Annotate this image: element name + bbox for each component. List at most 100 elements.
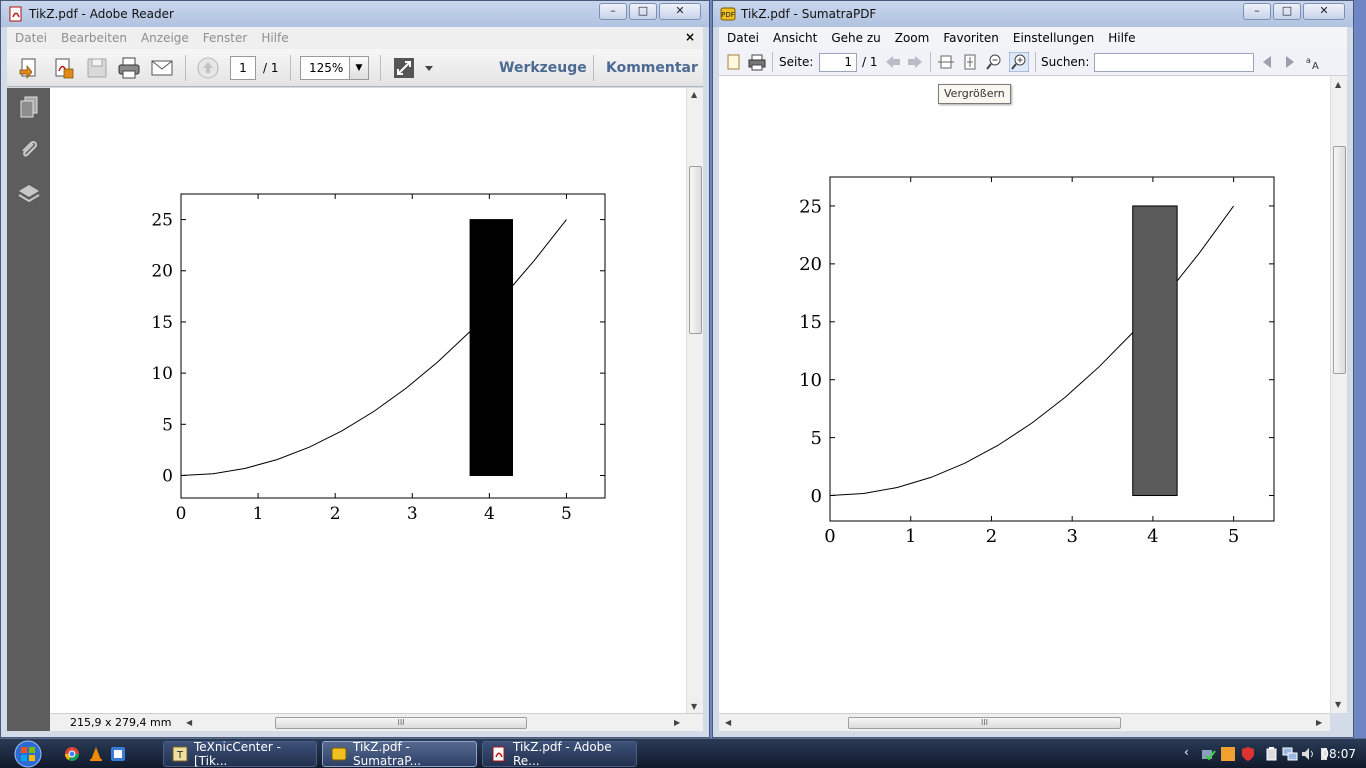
tray-app-icon[interactable] xyxy=(1220,746,1236,762)
scroll-thumb[interactable] xyxy=(689,166,702,334)
sumatra-maximize-button[interactable]: □ xyxy=(1273,3,1301,20)
scroll-down-arrow[interactable]: ▼ xyxy=(1335,700,1341,709)
reader-menu-fenster[interactable]: Fenster xyxy=(203,31,248,45)
scroll-up-arrow[interactable]: ▲ xyxy=(691,90,697,99)
scroll-left-arrow[interactable]: ◀ xyxy=(186,718,192,727)
sumatra-close-button[interactable]: ✕ xyxy=(1303,3,1345,20)
create-pdf-icon[interactable] xyxy=(52,56,76,80)
fit-page-icon[interactable] xyxy=(961,53,979,71)
tray-shield-icon[interactable] xyxy=(1240,746,1256,762)
reader-titlebar[interactable]: TikZ.pdf - Adobe Reader – □ ✕ xyxy=(1,1,709,27)
chrome-icon[interactable] xyxy=(64,746,80,762)
svg-text:PDF: PDF xyxy=(721,11,735,19)
task-adobe-reader[interactable]: TikZ.pdf - Adobe Re... xyxy=(482,740,637,768)
sumatra-page-total: / 1 xyxy=(862,55,878,69)
scroll-up-arrow[interactable]: ▲ xyxy=(1335,80,1341,89)
sumatra-menu-gehe-zu[interactable]: Gehe zu xyxy=(831,31,880,45)
save-icon[interactable] xyxy=(85,56,109,80)
sumatra-menu-einstellungen[interactable]: Einstellungen xyxy=(1013,31,1094,45)
x-tick-label: 4 xyxy=(1147,526,1158,547)
sumatra-menu-zoom[interactable]: Zoom xyxy=(895,31,930,45)
vlc-icon[interactable] xyxy=(88,746,104,762)
close-document-button[interactable]: × xyxy=(685,30,695,44)
forward-arrow-icon[interactable] xyxy=(906,53,924,71)
sumatra-menu-ansicht[interactable]: Ansicht xyxy=(773,31,817,45)
horizontal-scroll-thumb[interactable]: III xyxy=(275,717,527,729)
y-tick-label: 0 xyxy=(811,486,822,507)
email-icon[interactable] xyxy=(150,56,174,80)
toolbar-separator xyxy=(772,52,773,72)
page-number-input[interactable]: 1 xyxy=(230,56,256,80)
sumatra-vertical-scrollbar[interactable]: ▲ ▼ xyxy=(1330,76,1347,713)
volume-icon[interactable] xyxy=(1300,746,1316,762)
reader-close-button[interactable]: ✕ xyxy=(659,3,701,20)
fit-page-icon[interactable] xyxy=(392,56,416,80)
find-next-icon[interactable] xyxy=(1283,54,1297,70)
bar xyxy=(469,219,513,476)
scroll-left-arrow[interactable]: ◀ xyxy=(725,718,731,727)
comment-link[interactable]: Kommentar xyxy=(606,60,698,76)
plot-frame xyxy=(829,176,1275,522)
sumatra-app-icon: PDF xyxy=(720,7,736,21)
sumatra-menu-hilfe[interactable]: Hilfe xyxy=(1108,31,1135,45)
reader-document-area[interactable]: 0 1 2 3 4 5 0 5 10 15 20 25 xyxy=(50,88,686,713)
attachments-icon[interactable] xyxy=(17,138,41,162)
zoom-out-icon[interactable] xyxy=(985,53,1003,71)
zoom-level-input[interactable]: 125% xyxy=(300,56,350,80)
print-icon[interactable] xyxy=(748,53,766,71)
sumatra-page-input[interactable]: 1 xyxy=(819,53,857,72)
zoom-in-icon[interactable] xyxy=(1009,52,1029,72)
show-hidden-icons-icon[interactable]: ‹ xyxy=(1184,745,1189,759)
reader-menubar: Datei Bearbeiten Anzeige Fenster Hilfe × xyxy=(7,27,703,49)
print-icon[interactable] xyxy=(117,56,141,80)
task-sumatrapdf[interactable]: TikZ.pdf - SumatraP... xyxy=(322,740,477,768)
reader-menu-bearbeiten[interactable]: Bearbeiten xyxy=(61,31,127,45)
reader-vertical-scrollbar[interactable]: ▲ ▼ xyxy=(686,88,703,713)
find-previous-icon[interactable] xyxy=(1260,54,1274,70)
reader-menu-hilfe[interactable]: Hilfe xyxy=(261,31,288,45)
battery-icon[interactable] xyxy=(1264,746,1280,762)
zoom-dropdown-button[interactable]: ▼ xyxy=(349,56,369,80)
bar xyxy=(1132,205,1178,497)
reader-minimize-button[interactable]: – xyxy=(599,3,627,20)
match-case-icon[interactable]: a A xyxy=(1305,53,1323,71)
toolbar-separator xyxy=(380,55,381,81)
sumatra-minimize-button[interactable]: – xyxy=(1243,3,1271,20)
sumatra-menu-favoriten[interactable]: Favoriten xyxy=(943,31,999,45)
scroll-down-arrow[interactable]: ▼ xyxy=(691,702,697,711)
sumatra-menu-datei[interactable]: Datei xyxy=(727,31,759,45)
toolbar-options-icon[interactable] xyxy=(423,56,435,80)
reader-menu-anzeige[interactable]: Anzeige xyxy=(141,31,189,45)
start-button[interactable] xyxy=(6,739,50,768)
x-tick-label: 0 xyxy=(824,526,835,547)
y-tick-label: 25 xyxy=(151,211,173,231)
network-check-icon[interactable] xyxy=(1200,746,1216,762)
svg-text:T: T xyxy=(176,750,184,761)
back-arrow-icon[interactable] xyxy=(884,53,902,71)
scroll-right-arrow[interactable]: ▶ xyxy=(1316,718,1322,727)
pages-icon[interactable] xyxy=(17,95,41,119)
app-quicklaunch-icon[interactable] xyxy=(110,746,126,762)
windows-taskbar: T TeXnicCenter - [Tik... TikZ.pdf - Suma… xyxy=(0,738,1366,768)
horizontal-scroll-thumb[interactable]: III xyxy=(848,717,1121,729)
open-file-icon[interactable] xyxy=(17,56,41,80)
fit-width-icon[interactable] xyxy=(937,53,955,71)
sumatra-document-area[interactable]: 0 1 2 3 4 5 0 5 10 15 20 25 xyxy=(719,76,1330,713)
sumatra-titlebar[interactable]: PDF TikZ.pdf - SumatraPDF – □ ✕ xyxy=(713,1,1353,27)
task-texniccenter[interactable]: T TeXnicCenter - [Tik... xyxy=(163,740,317,768)
sumatra-horizontal-scrollbar[interactable]: ◀ III ▶ xyxy=(719,713,1330,731)
clock: 08:07 xyxy=(1321,747,1356,761)
x-tick-label: 2 xyxy=(986,526,997,547)
scroll-right-arrow[interactable]: ▶ xyxy=(674,718,680,727)
scroll-thumb[interactable] xyxy=(1333,146,1346,374)
search-input[interactable] xyxy=(1094,53,1254,72)
previous-page-icon[interactable] xyxy=(196,56,220,80)
y-tick-label: 5 xyxy=(162,415,173,435)
reader-menu-datei[interactable]: Datei xyxy=(15,31,47,45)
network-icon[interactable] xyxy=(1282,746,1298,762)
tools-link[interactable]: Werkzeuge xyxy=(499,60,587,76)
reader-maximize-button[interactable]: □ xyxy=(629,3,657,20)
adobe-reader-window: TikZ.pdf - Adobe Reader – □ ✕ Datei Bear… xyxy=(0,0,710,738)
layers-icon[interactable] xyxy=(17,181,41,205)
open-file-icon[interactable] xyxy=(725,53,743,71)
